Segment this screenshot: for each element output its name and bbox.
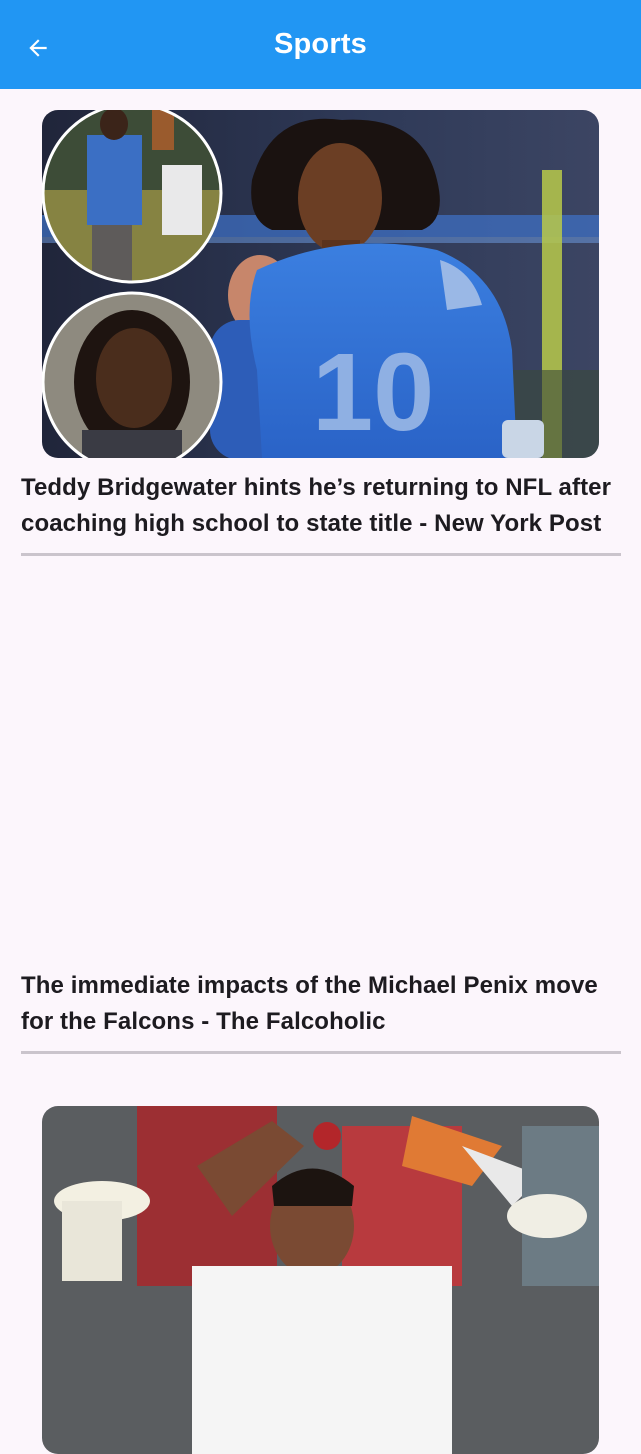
- page-title: Sports: [273, 28, 368, 60]
- divider: [21, 1051, 621, 1054]
- article-headline[interactable]: The immediate impacts of the Michael Pen…: [21, 968, 621, 1040]
- article-image[interactable]: 10: [42, 110, 599, 458]
- article-image[interactable]: [42, 1106, 599, 1454]
- app-bar: Sports: [0, 0, 641, 89]
- svg-text:10: 10: [312, 331, 434, 454]
- arrow-back-icon: [29, 39, 47, 57]
- article-image-placeholder[interactable]: [42, 608, 599, 956]
- back-button[interactable]: [16, 26, 60, 70]
- divider: [21, 553, 621, 556]
- article-headline[interactable]: Teddy Bridgewater hints he’s returning t…: [21, 470, 621, 542]
